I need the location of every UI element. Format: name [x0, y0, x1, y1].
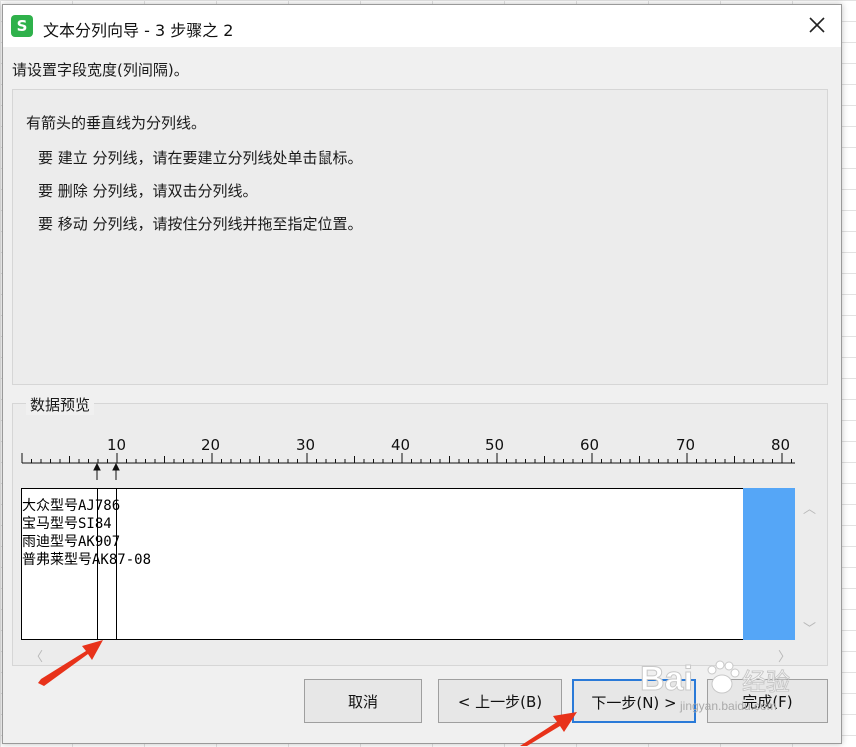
ruler-number: 70: [676, 436, 696, 454]
ruler-number: 10: [107, 436, 127, 454]
back-button[interactable]: < 上一步(B): [438, 679, 562, 723]
column-break-line[interactable]: [116, 489, 117, 639]
preview-selection-highlight: [743, 488, 795, 640]
step-instruction: 请设置字段宽度(列间隔)。: [12, 61, 189, 79]
preview-row: 大众型号AJ786: [22, 498, 121, 514]
scroll-up-icon[interactable]: ︿: [803, 498, 816, 517]
preview-row: 普弗莱型号AK87-08: [22, 552, 152, 568]
preview-box[interactable]: 大众型号AJ786 宝马型号SI84 雨迪型号AK907 普弗莱型号AK87-0…: [21, 488, 744, 640]
watermark-url: jingyan.baidu.com: [679, 699, 777, 713]
watermark-brand: Bai: [640, 660, 693, 698]
ruler-number: 60: [580, 436, 600, 454]
info-line-2: 要 建立 分列线，请在要建立分列线处单击鼠标。: [38, 149, 363, 167]
data-preview-label: 数据预览: [26, 394, 95, 415]
wps-app-icon: S: [11, 15, 33, 37]
ruler-number: 80: [771, 436, 791, 454]
dialog-title: 文本分列向导 - 3 步骤之 2: [43, 21, 234, 40]
baidu-watermark: Bai 经验 jingyan.baidu.com: [640, 650, 830, 718]
watermark-brand-2: 经验: [742, 668, 790, 696]
info-line-3: 要 删除 分列线，请双击分列线。: [38, 182, 258, 200]
close-icon[interactable]: [803, 11, 831, 39]
ruler-number: 20: [201, 436, 221, 454]
baidu-paw-icon: [707, 660, 740, 694]
ruler-number: 30: [296, 436, 316, 454]
info-line-1: 有箭头的垂直线为分列线。: [26, 114, 207, 132]
ruler-number: 50: [485, 436, 505, 454]
ruler-number: 40: [391, 436, 411, 454]
info-panel: [12, 89, 828, 385]
scroll-left-icon[interactable]: 〈: [30, 646, 43, 665]
scroll-down-icon[interactable]: ﹀: [803, 618, 816, 637]
info-line-4: 要 移动 分列线，请按住分列线并拖至指定位置。: [38, 215, 363, 233]
preview-row: 雨迪型号AK907: [22, 534, 121, 550]
column-break-line[interactable]: [97, 489, 98, 639]
preview-row: 宝马型号SI84: [22, 516, 112, 532]
cancel-button[interactable]: 取消: [304, 679, 422, 723]
title-bar: S 文本分列向导 - 3 步骤之 2: [3, 5, 841, 47]
